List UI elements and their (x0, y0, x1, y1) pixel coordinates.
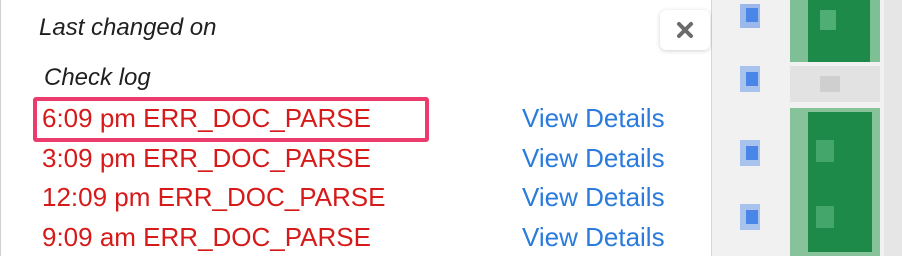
pixel-block (816, 140, 834, 162)
log-entry-error: 12:09 pm ERR_DOC_PARSE (42, 182, 386, 212)
pixel-block (816, 206, 834, 228)
last-changed-label: Last changed on (39, 14, 217, 41)
check-log-heading: Check log (44, 64, 151, 91)
pixel-block (884, 0, 902, 256)
log-entry-error: 9:09 am ERR_DOC_PARSE (42, 222, 371, 252)
view-details-link[interactable]: View Details (522, 141, 665, 175)
close-icon (676, 21, 694, 39)
view-details-link[interactable]: View Details (522, 220, 665, 254)
pixel-block (746, 8, 758, 22)
view-details-link[interactable]: View Details (522, 180, 665, 214)
pixel-block (808, 0, 870, 62)
blurred-background (712, 0, 902, 256)
view-details-link[interactable]: View Details (522, 101, 665, 135)
pixel-block (820, 10, 836, 30)
pixel-block (746, 72, 758, 86)
pixel-block (820, 76, 840, 92)
highlight-box (33, 97, 429, 142)
close-button[interactable] (660, 10, 710, 50)
log-entry: 9:09 am ERR_DOC_PARSE View Details (1, 220, 713, 254)
check-log-popup: Last changed on Check log 6:09 pm ERR_DO… (0, 0, 712, 256)
log-entry: 3:09 pm ERR_DOC_PARSE View Details (1, 141, 713, 175)
pixel-block (746, 210, 758, 224)
log-entry-error: 3:09 pm ERR_DOC_PARSE (42, 143, 371, 173)
pixel-block (746, 146, 758, 160)
pixel-block (808, 112, 872, 252)
log-entry: 12:09 pm ERR_DOC_PARSE View Details (1, 180, 713, 214)
